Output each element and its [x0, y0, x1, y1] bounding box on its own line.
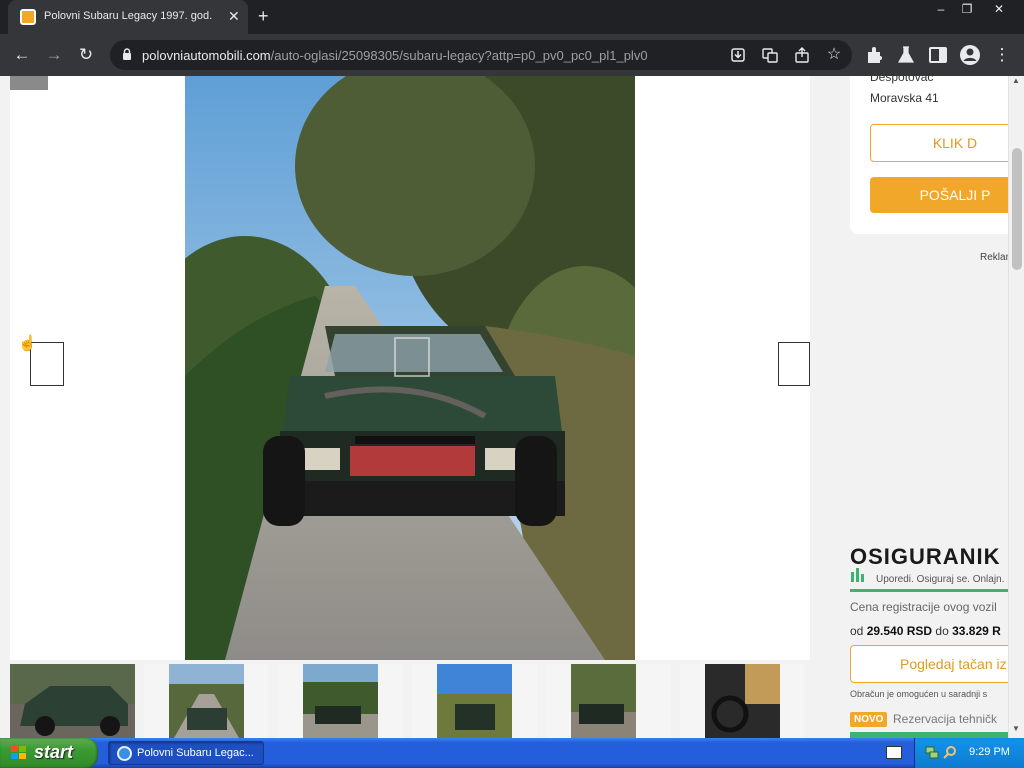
next-photo-arrow[interactable]: [778, 342, 810, 386]
new-tab-button[interactable]: +: [258, 6, 269, 26]
thumbnail-6[interactable]: [680, 664, 805, 738]
taskbar-item-label: Polovni Subaru Legac...: [137, 747, 254, 759]
page-content: ☝ Despotovac Moravska 41 KLIK D POŠALJI …: [0, 76, 1024, 738]
labs-flask-icon[interactable]: [894, 44, 918, 66]
photo-counter-badge: [10, 76, 48, 90]
main-car-photo[interactable]: [185, 76, 635, 660]
start-button[interactable]: start: [0, 738, 98, 768]
browser-menu-button[interactable]: ⋮: [990, 44, 1014, 66]
scrollbar-thumb[interactable]: [1012, 148, 1022, 270]
ad-note: Obračun je omogućen u saradnji s: [850, 689, 988, 699]
system-clock: 9:29 PM: [969, 746, 1010, 758]
seller-city: Despotovac: [870, 76, 934, 84]
insurance-ad[interactable]: OSIGURANIK Uporedi. Osiguraj se. Onlajn.…: [840, 536, 1024, 738]
reveal-phone-button[interactable]: KLIK D: [870, 124, 1024, 162]
ad-divider: [850, 589, 1020, 592]
keyboard-layout-icon[interactable]: [886, 746, 902, 759]
thumbnail-4-image: [437, 664, 512, 738]
taskbar-item-browser[interactable]: Polovni Subaru Legac...: [108, 741, 264, 765]
send-message-button[interactable]: POŠALJI P: [870, 177, 1024, 213]
windows-flag-icon: [11, 746, 26, 759]
install-icon[interactable]: [728, 45, 748, 65]
ad-price-to: 33.829 R: [952, 624, 1001, 638]
thumbnail-1-image: [10, 664, 135, 738]
search-icon[interactable]: [943, 745, 957, 759]
url-host: polovniautomobili.com: [142, 48, 271, 63]
thumbnail-strip: [10, 664, 810, 738]
address-bar[interactable]: polovniautomobili.com/auto-oglasi/250983…: [110, 40, 852, 70]
reload-button[interactable]: ↻: [74, 44, 98, 66]
seller-info-card: Despotovac Moravska 41 KLIK D POŠALJI P: [850, 76, 1024, 234]
thumbnail-4[interactable]: [412, 664, 537, 738]
taskbar: start Polovni Subaru Legac... 9:29 PM: [0, 738, 1024, 768]
ad-price-range: od 29.540 RSD do 33.829 R: [850, 624, 1001, 638]
ad-tagline: Uporedi. Osiguraj se. Onlajn.: [876, 574, 1005, 585]
thumbnail-5[interactable]: [546, 664, 671, 738]
thumbnail-6-image: [705, 664, 780, 738]
thumbnail-2[interactable]: [144, 664, 269, 738]
scroll-up-arrow-icon[interactable]: ▲: [1012, 76, 1020, 85]
ad-price-prefix: od: [850, 624, 864, 638]
network-icon[interactable]: [925, 745, 939, 759]
side-panel-icon[interactable]: [926, 44, 950, 66]
site-favicon-icon: [20, 9, 36, 25]
thumbnail-3-image: [303, 664, 378, 738]
thumbnail-2-image: [169, 664, 244, 738]
bookmark-star-icon[interactable]: ☆: [824, 45, 844, 65]
start-label: start: [34, 742, 74, 762]
extensions-icon[interactable]: [862, 44, 886, 66]
tab-close-icon[interactable]: ✕: [228, 8, 240, 24]
tab-title: Polovni Subaru Legacy 1997. god. P: [44, 10, 214, 22]
ad-price-from: 29.540 RSD: [866, 624, 933, 638]
window-close-button[interactable]: ✕: [984, 0, 1014, 18]
ad-cta-button[interactable]: Pogledaj tačan iz: [850, 645, 1024, 683]
ad-logo-text: OSIGURANIK: [850, 544, 1001, 569]
scroll-down-arrow-icon[interactable]: ▼: [1012, 724, 1020, 733]
system-tray: 9:29 PM: [914, 738, 1024, 768]
new-badge: NOVO: [850, 712, 888, 727]
ad-logo-bars-icon: [851, 568, 864, 582]
forward-button[interactable]: →: [42, 44, 66, 66]
browser-titlebar: Polovni Subaru Legacy 1997. god. P ✕ + –…: [0, 0, 1024, 34]
photo-gallery: ☝: [10, 76, 810, 660]
profile-avatar-icon[interactable]: [958, 44, 982, 66]
browser-tab[interactable]: Polovni Subaru Legacy 1997. god. P ✕: [8, 0, 248, 34]
browser-toolbar: ← → ↻ polovniautomobili.com/auto-oglasi/…: [0, 34, 1024, 76]
lock-icon: [123, 48, 131, 60]
hand-cursor-icon: ☝: [18, 335, 37, 352]
ad-price-mid: do: [935, 624, 949, 638]
thumbnail-1[interactable]: [10, 664, 135, 738]
share-icon[interactable]: [792, 45, 812, 65]
url-path: /auto-oglasi/25098305/subaru-legacy?attp…: [270, 48, 648, 63]
restore-button[interactable]: ❐: [952, 0, 982, 18]
url-text[interactable]: polovniautomobili.com/auto-oglasi/250983…: [142, 48, 648, 63]
seller-address: Moravska 41: [870, 91, 939, 105]
translate-icon[interactable]: [760, 45, 780, 65]
back-button[interactable]: ←: [10, 44, 34, 66]
ad-registration-text: Cena registracije ovog vozil: [850, 600, 997, 614]
browser-app-icon: [117, 746, 132, 761]
ad-feature-text: Rezervacija tehničk: [893, 712, 998, 726]
page-scrollbar[interactable]: ▲ ▼: [1008, 76, 1024, 738]
thumbnail-3[interactable]: [278, 664, 403, 738]
thumbnail-5-image: [571, 664, 636, 738]
